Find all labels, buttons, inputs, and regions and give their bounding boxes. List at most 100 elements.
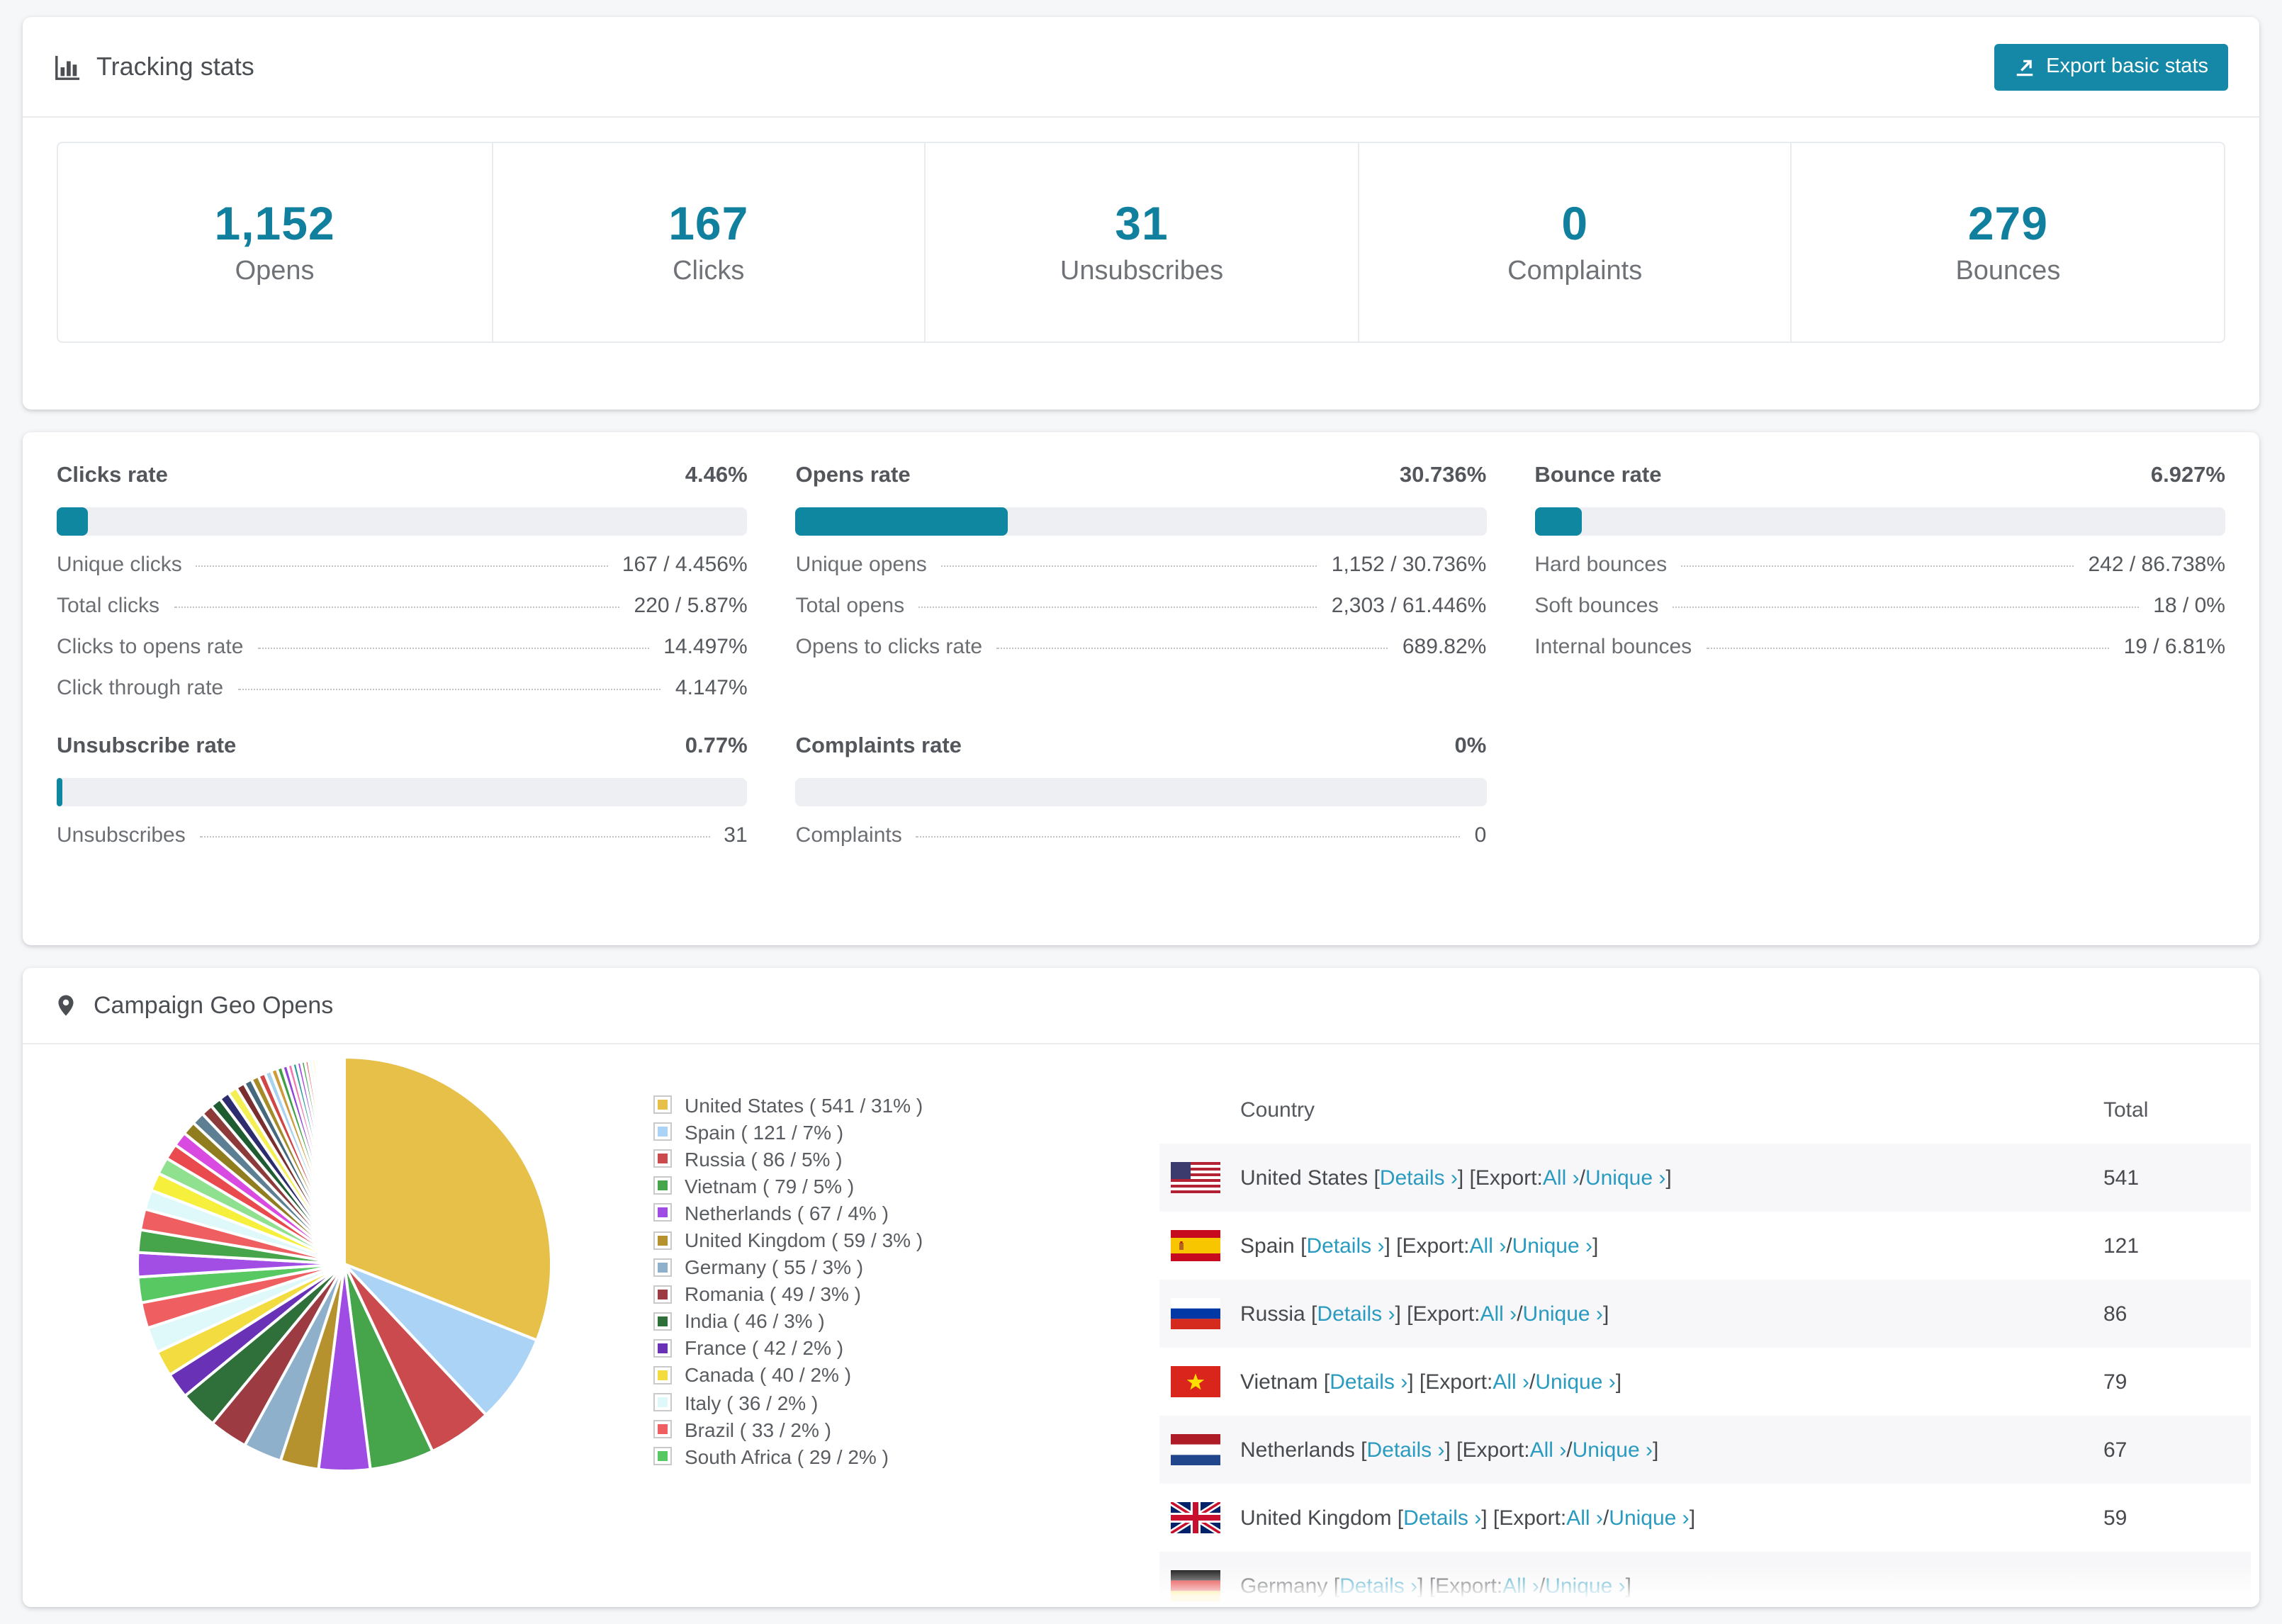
geo-table-row: Germany [Details ›] [Export: All › / Uni… <box>1159 1552 2251 1607</box>
rate-row-value: 0 <box>1474 823 1487 847</box>
country-total: 121 <box>2103 1234 2140 1258</box>
country-total: 541 <box>2103 1166 2140 1190</box>
details-link[interactable]: Details › <box>1380 1166 1458 1190</box>
country-name: Germany <box>1240 1574 1328 1598</box>
export-unique-link[interactable]: Unique › <box>1523 1302 1603 1326</box>
legend-swatch-color <box>658 1397 668 1408</box>
legend-label: India ( 46 / 3% ) <box>685 1309 825 1333</box>
export-unique-link[interactable]: Unique › <box>1545 1574 1625 1598</box>
legend-swatch <box>653 1176 672 1195</box>
export-all-link[interactable]: All › <box>1502 1574 1539 1598</box>
legend-swatch-color <box>658 1289 668 1299</box>
geo-table-row: Vietnam [Details ›] [Export: All › / Uni… <box>1159 1348 2251 1416</box>
legend-item: France ( 42 / 2% ) <box>653 1335 923 1362</box>
rate-progress-fill <box>795 507 1008 536</box>
export-all-link[interactable]: All › <box>1543 1166 1580 1190</box>
export-basic-stats-button[interactable]: Export basic stats <box>1994 43 2228 90</box>
geo-table-row: Spain [Details ›] [Export: All › / Uniqu… <box>1159 1212 2251 1280</box>
dotted-leader <box>174 607 620 608</box>
country-flag-de <box>1171 1570 1220 1601</box>
export-all-link[interactable]: All › <box>1493 1370 1529 1394</box>
export-unique-link[interactable]: Unique › <box>1535 1370 1615 1394</box>
country-name: Netherlands <box>1240 1438 1355 1462</box>
rate-rows: Unique clicks 167 / 4.456% Total clicks 220… <box>57 553 748 717</box>
dotted-leader <box>196 565 608 567</box>
rate-progress-fill <box>57 507 88 536</box>
rate-block: Opens rate 30.736% Unique opens 1,152 / 30.… <box>795 463 1487 717</box>
export-all-link[interactable]: All › <box>1566 1506 1603 1530</box>
country-total: 59 <box>2103 1506 2128 1530</box>
rates-grid: Clicks rate 4.46% Unique clicks 167 / 4.456… <box>23 432 2259 864</box>
geo-opens-header: Campaign Geo Opens <box>23 968 2259 1044</box>
legend-label: Canada ( 40 / 2% ) <box>685 1363 852 1387</box>
legend-label: United Kingdom ( 59 / 3% ) <box>685 1229 923 1252</box>
rate-title: Complaints rate <box>795 734 962 758</box>
country-name: United Kingdom <box>1240 1506 1392 1530</box>
rate-row-label: Total clicks <box>57 594 160 618</box>
legend-item: United States ( 541 / 31% ) <box>653 1091 923 1118</box>
export-all-link[interactable]: All › <box>1470 1234 1507 1258</box>
legend-item: Canada ( 40 / 2% ) <box>653 1362 923 1389</box>
legend-swatch <box>653 1285 672 1304</box>
summary-stat-value: 167 <box>668 197 749 249</box>
export-all-link[interactable]: All › <box>1530 1438 1567 1462</box>
details-link[interactable]: Details › <box>1366 1438 1444 1462</box>
rate-row-value: 19 / 6.81% <box>2123 635 2225 659</box>
rate-block: Unsubscribe rate 0.77% Unsubscribes 31 <box>57 734 748 864</box>
dotted-leader <box>918 607 1317 608</box>
summary-stat-cell: 1,152 Opens <box>58 143 491 342</box>
legend-swatch-color <box>658 1127 668 1137</box>
rate-value: 0.77% <box>685 734 748 758</box>
legend-swatch <box>653 1203 672 1222</box>
tracking-stats-title: Tracking stats <box>54 52 254 81</box>
summary-stat-label: Clicks <box>673 256 745 286</box>
details-link[interactable]: Details › <box>1330 1370 1407 1394</box>
export-unique-link[interactable]: Unique › <box>1585 1166 1665 1190</box>
geo-table-row: Russia [Details ›] [Export: All › / Uniq… <box>1159 1280 2251 1348</box>
geo-table: Country Total United States [Details ›] … <box>1159 1076 2251 1607</box>
summary-stat-value: 0 <box>1561 197 1589 249</box>
geo-table-header-row: Country Total <box>1159 1076 2251 1144</box>
details-link[interactable]: Details › <box>1403 1506 1481 1530</box>
bar-chart-icon <box>55 55 80 79</box>
rate-title: Clicks rate <box>57 463 168 487</box>
geo-table-row: Netherlands [Details ›] [Export: All › /… <box>1159 1416 2251 1484</box>
legend-swatch-color <box>658 1424 668 1435</box>
legend-item: Germany ( 55 / 3% ) <box>653 1253 923 1280</box>
export-unique-link[interactable]: Unique › <box>1512 1234 1592 1258</box>
rate-value: 30.736% <box>1399 463 1487 487</box>
rate-row-label: Soft bounces <box>1534 594 1659 618</box>
rate-row-label: Hard bounces <box>1534 553 1668 577</box>
rate-row-label: Unsubscribes <box>57 823 186 847</box>
country-name: United States <box>1240 1166 1368 1190</box>
summary-stat-value: 279 <box>1967 197 2048 249</box>
rate-row-value: 689.82% <box>1402 635 1487 659</box>
rate-progress-fill <box>1534 507 1583 536</box>
legend-label: Brazil ( 33 / 2% ) <box>685 1418 831 1441</box>
rate-value: 4.46% <box>685 463 748 487</box>
legend-label: Spain ( 121 / 7% ) <box>685 1120 844 1144</box>
dotted-leader <box>257 648 650 649</box>
export-unique-link[interactable]: Unique › <box>1609 1506 1689 1530</box>
tracking-stats-card: Tracking stats Export basic stats 1,152 O… <box>23 17 2259 410</box>
details-link[interactable]: Details › <box>1306 1234 1384 1258</box>
legend-swatch <box>653 1149 672 1168</box>
legend-item: Spain ( 121 / 7% ) <box>653 1118 923 1145</box>
details-link[interactable]: Details › <box>1339 1574 1417 1598</box>
export-all-link[interactable]: All › <box>1480 1302 1517 1326</box>
campaign-overview-page: Tracking stats Export basic stats 1,152 O… <box>0 0 2282 1624</box>
pie-chart-svg <box>136 1055 553 1473</box>
country-total: 67 <box>2103 1438 2128 1462</box>
rate-row: Soft bounces 18 / 0% <box>1534 594 2225 635</box>
rate-row-value: 220 / 5.87% <box>634 594 748 618</box>
rate-value: 0% <box>1454 734 1487 758</box>
legend-swatch-color <box>658 1451 668 1462</box>
geo-table-row: United States [Details ›] [Export: All ›… <box>1159 1144 2251 1212</box>
tracking-stats-header: Tracking stats Export basic stats <box>23 17 2259 118</box>
rate-block-header: Clicks rate 4.46% <box>57 463 748 489</box>
details-link[interactable]: Details › <box>1317 1302 1395 1326</box>
rate-row: Total clicks 220 / 5.87% <box>57 594 748 635</box>
export-unique-link[interactable]: Unique › <box>1573 1438 1653 1462</box>
rate-row-label: Click through rate <box>57 676 224 700</box>
geo-table-row: United Kingdom [Details ›] [Export: All … <box>1159 1484 2251 1552</box>
